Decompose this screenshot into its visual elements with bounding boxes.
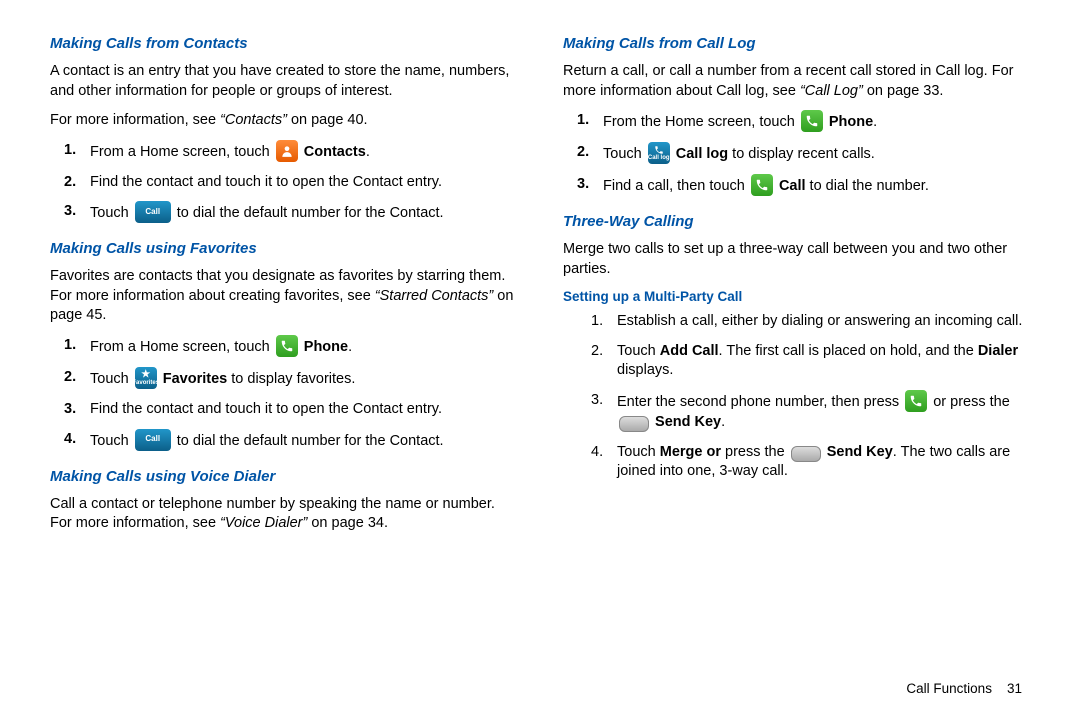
xref-voice-dialer: “Voice Dialer” <box>220 515 307 531</box>
text: . <box>873 114 877 130</box>
footer-section: Call Functions <box>906 681 992 696</box>
step-item: Find the contact and touch it to open th… <box>50 173 517 193</box>
text: to display favorites. <box>227 371 355 387</box>
step-item: Establish a call, either by dialing or a… <box>563 312 1030 332</box>
text: Return a call, or call a number from a r… <box>563 63 1014 99</box>
para: Return a call, or call a number from a r… <box>563 62 1030 101</box>
text: . The first call is placed on hold, and … <box>719 343 978 359</box>
heading-calls-calllog: Making Calls from Call Log <box>563 35 1030 52</box>
heading-three-way-calling: Three-Way Calling <box>563 213 1030 230</box>
text: to dial the number. <box>806 178 929 194</box>
text: Enter the second phone number, then pres… <box>617 394 903 410</box>
label: Add Call <box>660 343 719 359</box>
text: For more information, see <box>50 112 220 128</box>
label: Send Key <box>827 444 893 460</box>
heading-calls-voicedialer: Making Calls using Voice Dialer <box>50 468 517 485</box>
steps-list: Establish a call, either by dialing or a… <box>563 312 1030 481</box>
step-item: Enter the second phone number, then pres… <box>563 391 1030 433</box>
text: From a Home screen, touch <box>90 144 274 160</box>
para: Call a contact or telephone number by sp… <box>50 495 517 534</box>
footer-page-number: 31 <box>1007 681 1022 696</box>
page: Making Calls from Contacts A contact is … <box>0 0 1080 720</box>
para: Favorites are contacts that you designat… <box>50 267 517 326</box>
text: Touch <box>603 146 646 162</box>
text: Touch <box>617 343 660 359</box>
text: to dial the default number for the Conta… <box>177 432 444 448</box>
right-column: Making Calls from Call Log Return a call… <box>563 35 1030 705</box>
xref-call-log: “Call Log” <box>800 83 863 99</box>
text: Touch <box>90 205 133 221</box>
call-log-icon: Call log <box>648 142 670 164</box>
label: Favorites <box>163 371 227 387</box>
label: Call log <box>676 146 728 162</box>
text: to display recent calls. <box>728 146 875 162</box>
text: . <box>348 339 352 355</box>
steps-list: From a Home screen, touch Contacts. Find… <box>50 141 517 225</box>
label: Phone <box>829 114 873 130</box>
step-item: Touch Call to dial the default number fo… <box>50 202 517 224</box>
text: displays. <box>617 362 673 378</box>
text: Find a call, then touch <box>603 178 749 194</box>
step-item: Find the contact and touch it to open th… <box>50 400 517 420</box>
text: Touch <box>90 371 133 387</box>
step-item: Touch Merge or press the Send Key. The t… <box>563 443 1030 482</box>
para: Merge two calls to set up a three-way ca… <box>563 240 1030 279</box>
text: . <box>721 414 725 430</box>
footer: Call Functions 31 <box>906 681 1022 696</box>
phone-icon <box>276 335 298 357</box>
text: From the Home screen, touch <box>603 114 799 130</box>
subheading-multi-party: Setting up a Multi-Party Call <box>563 289 1030 304</box>
label: Phone <box>304 339 348 355</box>
text: on page 33. <box>863 83 944 99</box>
text: Touch <box>617 444 660 460</box>
label: Dialer <box>978 343 1018 359</box>
label: Merge or <box>660 444 725 460</box>
heading-calls-contacts: Making Calls from Contacts <box>50 35 517 52</box>
call-button-icon: Call <box>135 429 171 451</box>
icon-caption: Call log <box>648 155 670 161</box>
text: press the <box>725 444 789 460</box>
step-item: From the Home screen, touch Phone. <box>563 111 1030 133</box>
steps-list: From a Home screen, touch Phone. Touch ★… <box>50 336 517 452</box>
step-item: Touch ★ Favorites Favorites to display f… <box>50 368 517 390</box>
phone-icon <box>751 174 773 196</box>
step-item: From a Home screen, touch Phone. <box>50 336 517 358</box>
steps-list: From the Home screen, touch Phone. Touch… <box>563 111 1030 197</box>
xref-contacts: “Contacts” <box>220 112 287 128</box>
text: to dial the default number for the Conta… <box>177 205 444 221</box>
send-hardkey-icon <box>619 416 649 432</box>
text: or press the <box>933 394 1010 410</box>
icon-caption: Favorites <box>132 380 159 386</box>
phone-icon <box>801 110 823 132</box>
favorites-icon: ★ Favorites <box>135 367 157 389</box>
text: Touch <box>90 432 133 448</box>
text: on page 40. <box>287 112 368 128</box>
step-item: Touch Call log Call log to display recen… <box>563 143 1030 165</box>
label: Call <box>779 178 806 194</box>
para: For more information, see “Contacts” on … <box>50 111 517 131</box>
left-column: Making Calls from Contacts A contact is … <box>50 35 517 705</box>
send-hardkey-icon <box>791 446 821 462</box>
xref-starred-contacts: “Starred Contacts” <box>375 288 493 304</box>
step-item: Touch Call to dial the default number fo… <box>50 430 517 452</box>
phone-icon <box>905 390 927 412</box>
step-item: Find a call, then touch Call to dial the… <box>563 175 1030 197</box>
step-item: From a Home screen, touch Contacts. <box>50 141 517 163</box>
para: A contact is an entry that you have crea… <box>50 62 517 101</box>
call-button-icon: Call <box>135 201 171 223</box>
contacts-icon <box>276 140 298 162</box>
label: Contacts <box>304 144 366 160</box>
text: . <box>366 144 370 160</box>
heading-calls-favorites: Making Calls using Favorites <box>50 240 517 257</box>
text: on page 34. <box>307 515 388 531</box>
text: From a Home screen, touch <box>90 339 274 355</box>
label: Send Key <box>655 414 721 430</box>
step-item: Touch Add Call. The first call is placed… <box>563 342 1030 381</box>
